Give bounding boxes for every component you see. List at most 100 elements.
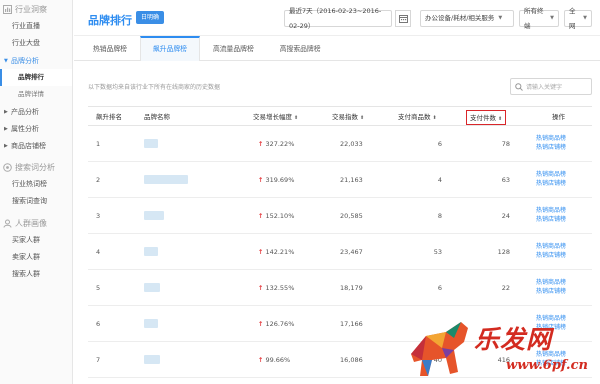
data-note: 以下数据均来自该行业下所有在线商家的历史数据 (88, 84, 221, 91)
growth-cell: ↑ 152.10% (258, 212, 295, 220)
hot-items-link[interactable]: 热销商品榜 (536, 242, 592, 251)
sidebar-item-buyers[interactable]: 买家人群 (0, 232, 72, 249)
region-select[interactable]: 全网 ▼ (564, 7, 592, 30)
tab-high-traffic[interactable]: 高流量品牌榜 (200, 36, 267, 61)
action-cell: 热销商品榜 热销店铺榜 (536, 242, 592, 260)
sidebar-item-product-analysis[interactable]: ▶ 产品分析 (0, 103, 72, 120)
action-cell: 热销商品榜 热销店铺榜 (536, 278, 592, 296)
date-range-select[interactable]: 最近7天（2016-02-23~2016-02-29） (284, 7, 392, 30)
col-pay-count[interactable]: 支付件数 ⬍ (466, 110, 507, 125)
sidebar-item-hot-terms[interactable]: 行业热词榜 (0, 176, 72, 193)
sort-icon: ⬍ (294, 115, 299, 121)
calendar-button[interactable] (395, 10, 411, 27)
table-row: 1 ↑ 327.22% 22,033 6 78 热销商品榜 热销店铺榜 (88, 126, 592, 162)
sidebar-item-term-query[interactable]: 搜索词查询 (0, 193, 72, 210)
tab-high-search[interactable]: 高搜索品牌榜 (267, 36, 334, 61)
trade-index-cell: 21,163 (340, 176, 363, 184)
rank-cell: 7 (96, 356, 101, 364)
sort-icon: ⬍ (498, 116, 503, 122)
trade-index-cell: 17,166 (340, 320, 363, 328)
pay-count-cell: 63 (501, 176, 510, 184)
bull-logo-icon (411, 322, 468, 376)
table-row: 2 ↑ 319.69% 21,163 4 63 热销商品榜 热销店铺榜 (88, 162, 592, 198)
pay-items-cell: 6 (437, 140, 442, 148)
rank-cell: 1 (96, 140, 101, 148)
page-title: 品牌排行 (88, 14, 132, 27)
rank-cell: 5 (96, 284, 101, 292)
sidebar-item-sellers[interactable]: 卖家人群 (0, 249, 72, 266)
tab-rising[interactable]: 飙升品牌榜 (139, 36, 200, 61)
hot-shops-link[interactable]: 热销店铺榜 (536, 179, 592, 188)
watermark-text: 乐发网 (474, 325, 553, 354)
col-trade-index[interactable]: 交易指数 ⬍ (332, 107, 364, 127)
sidebar-item-searchers[interactable]: 搜索人群 (0, 266, 72, 283)
brand-name-blurred[interactable] (144, 319, 158, 328)
col-rank: 飙升排名 (96, 113, 122, 121)
brand-name-blurred[interactable] (144, 139, 158, 148)
col-brand: 品牌名称 (144, 113, 170, 121)
terminal-value: 所有终端 (524, 6, 544, 30)
search-placeholder: 请输入关键字 (526, 84, 563, 91)
tab-hot-sales[interactable]: 热销品牌榜 (80, 36, 140, 61)
sidebar-item-item-shop-ranking[interactable]: ▶ 商品店铺榜 (0, 137, 72, 154)
sidebar-group-industry: 行业洞察 (0, 0, 72, 18)
pay-count-cell: 78 (501, 140, 510, 148)
action-cell: 热销商品榜 热销店铺榜 (536, 134, 592, 152)
growth-cell: ↑ 126.76% (258, 320, 295, 328)
ranking-tabs: 热销品牌榜 飙升品牌榜 高流量品牌榜 高搜索品牌榜 (74, 36, 600, 61)
rank-cell: 4 (96, 248, 101, 256)
action-cell: 热销商品榜 热销店铺榜 (536, 170, 592, 188)
brand-name-blurred[interactable] (144, 211, 164, 220)
chevron-down-icon: ▼ (583, 15, 587, 21)
col-pay-items[interactable]: 支付商品数 ⬍ (398, 107, 437, 127)
trade-index-cell: 23,467 (340, 248, 363, 256)
rank-cell: 2 (96, 176, 101, 184)
hot-shops-link[interactable]: 热销店铺榜 (536, 143, 592, 152)
status-badge: 日明确 (136, 11, 165, 24)
hot-items-link[interactable]: 热销商品榜 (536, 206, 592, 215)
arrow-up-icon: ↑ (258, 248, 264, 256)
hot-items-link[interactable]: 热销商品榜 (536, 278, 592, 287)
sidebar-item-brand-analysis[interactable]: ▼ 品牌分析 (0, 52, 72, 69)
arrow-up-icon: ↑ (258, 140, 264, 148)
hot-shops-link[interactable]: 热销店铺榜 (536, 215, 592, 224)
col-growth[interactable]: 交易增长幅度 ⬍ (253, 107, 298, 127)
category-select[interactable]: 办公设备/耗材/相关服务 ▼ (420, 10, 514, 27)
hot-items-link[interactable]: 热销商品榜 (536, 134, 592, 143)
growth-cell: ↑ 319.69% (258, 176, 295, 184)
brand-name-blurred[interactable] (144, 355, 160, 364)
sidebar-group-audience: 人群画像 (0, 214, 72, 232)
sidebar-item-brand-detail[interactable]: 品牌详情 (0, 86, 72, 103)
calendar-icon (398, 15, 408, 23)
pay-items-cell: 4 (437, 176, 442, 184)
brand-name-blurred[interactable] (144, 175, 188, 184)
brand-name-blurred[interactable] (144, 247, 158, 256)
watermark-url: www.6pf.cn (506, 358, 588, 373)
sidebar-item-industry-overview[interactable]: 行业大盘 (0, 35, 72, 52)
hot-shops-link[interactable]: 热销店铺榜 (536, 287, 592, 296)
terminal-select[interactable]: 所有终端 ▼ (519, 7, 559, 30)
pay-items-cell: 8 (437, 212, 442, 220)
sidebar-item-brand-ranking[interactable]: 品牌排行 (0, 69, 72, 86)
pay-items-cell: 53 (433, 248, 442, 256)
arrow-up-icon: ↑ (258, 176, 264, 184)
sidebar-group-label: 人群画像 (15, 218, 47, 228)
chevron-down-icon: ▼ (550, 15, 554, 21)
table-header: 飙升排名 品牌名称 交易增长幅度 ⬍ 交易指数 ⬍ 支付商品数 ⬍ 支付件数 ⬍ 操作 (88, 106, 592, 126)
hot-shops-link[interactable]: 热销店铺榜 (536, 251, 592, 260)
caret-right-icon: ▶ (4, 125, 8, 132)
hot-items-link[interactable]: 热销商品榜 (536, 170, 592, 179)
app-root: 行业洞察 行业直播 行业大盘 ▼ 品牌分析 品牌排行 品牌详情 ▶ 产品分析 ▶… (0, 0, 600, 384)
col-action: 操作 (552, 113, 565, 121)
pay-count-cell: 128 (497, 248, 510, 256)
sidebar-item-industry-live[interactable]: 行业直播 (0, 18, 72, 35)
brand-name-blurred[interactable] (144, 283, 160, 292)
sidebar-group-label: 搜索词分析 (15, 162, 55, 172)
growth-cell: ↑ 142.21% (258, 248, 295, 256)
trade-index-cell: 22,033 (340, 140, 363, 148)
industry-icon (3, 4, 12, 14)
search-input[interactable]: 请输入关键字 (510, 78, 592, 95)
pay-count-cell: 22 (501, 284, 510, 292)
caret-right-icon: ▶ (4, 108, 8, 115)
sidebar-item-attribute-analysis[interactable]: ▶ 属性分析 (0, 120, 72, 137)
